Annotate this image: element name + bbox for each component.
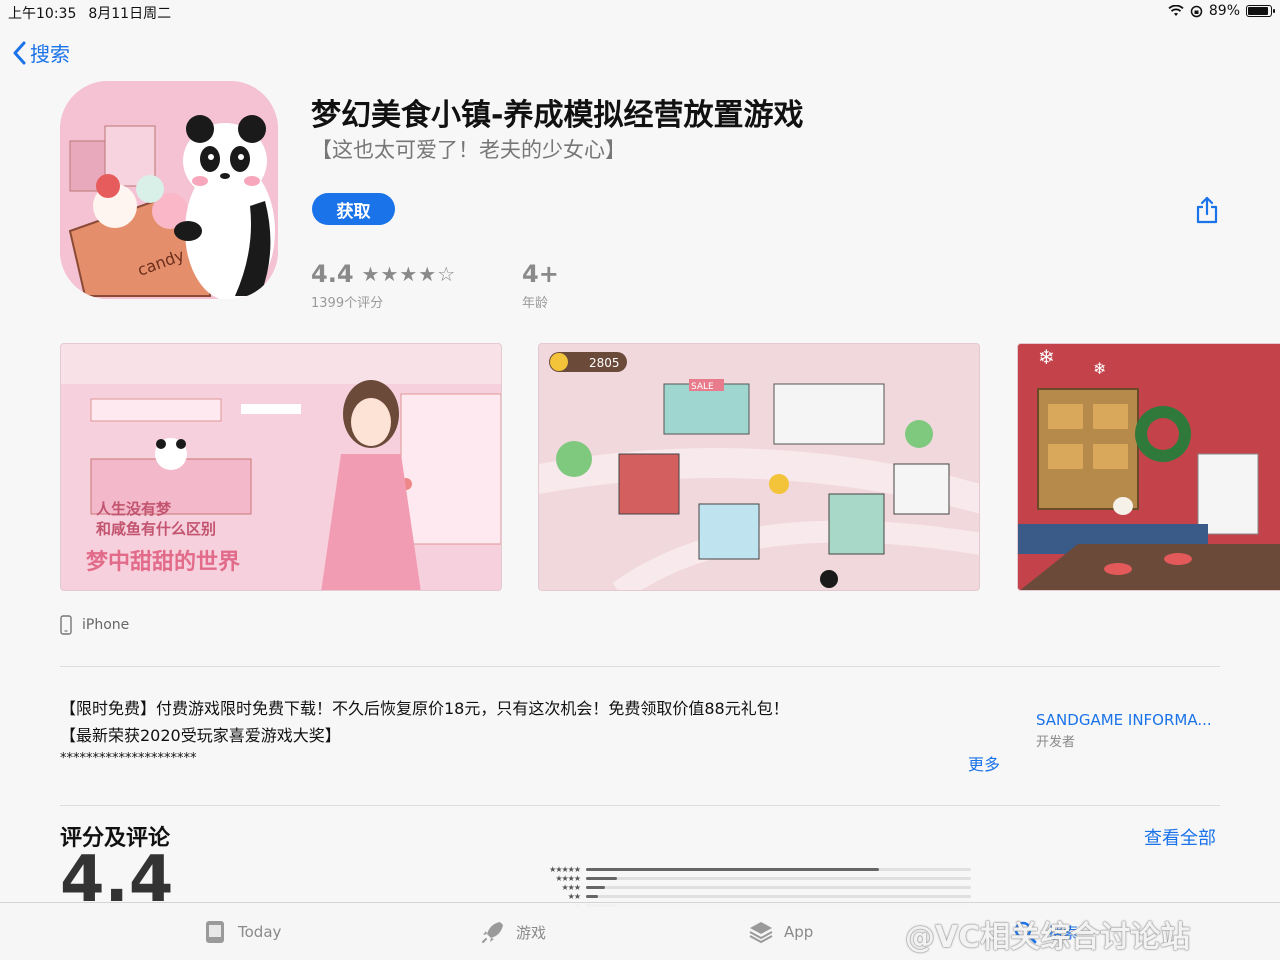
share-icon [1196,196,1218,224]
histogram-fill [586,886,606,889]
screenshot-1-art: 人生没有梦 和咸鱼有什么区别 梦中甜甜的世界 [61,344,501,590]
app-description: 【限时免费】付费游戏限时免费下载！不久后恢复原价18元，只有这次机会！免费领取价… [60,695,960,769]
histogram-stars: ★★★★★ [549,865,581,874]
desc-line-1: 【限时免费】付费游戏限时免费下载！不久后恢复原价18元，只有这次机会！免费领取价… [60,699,789,718]
histogram-row: ★★★★★ [538,865,988,874]
tab-today-label: Today [238,923,282,941]
tab-games[interactable]: 游戏 [480,919,546,945]
rocket-icon [482,922,503,943]
watermark: @VC相关综合讨论站 [905,920,1191,955]
layers-icon [749,922,773,944]
screenshot-1[interactable]: 人生没有梦 和咸鱼有什么区别 梦中甜甜的世界 [60,343,502,591]
histogram-fill [586,877,617,880]
rating-block: 4.4 ★★★★☆ 1399个评分 [311,260,456,311]
sale-sign: SALE [691,382,714,392]
device-compat: iPhone [60,615,129,635]
histogram-row: ★★★★ [538,874,988,883]
app-title: 梦幻美食小镇-养成模拟经营放置游戏 [311,98,804,133]
histogram-track [586,877,971,880]
screenshot-2-art: 2805 SALE [539,344,979,590]
device-label: iPhone [82,617,130,633]
desc-line-3: ********************* [60,751,197,766]
more-link[interactable]: 更多 [968,751,1000,775]
orientation-lock-icon [1190,5,1203,17]
shot1-caption-2: 和咸鱼有什么区别 [96,520,216,538]
app-icon: candy [60,81,278,299]
back-label: 搜索 [30,42,70,66]
divider-bottom [60,805,1220,806]
rating-count: 1399个评分 [311,296,384,311]
histogram-row: ★★ [538,892,988,901]
shot1-caption-1: 人生没有梦 [96,500,172,518]
wifi-icon [1168,5,1184,16]
snowflake-icon: ❄ [1038,345,1055,369]
divider-top [60,666,1220,667]
screenshot-carousel[interactable]: 人生没有梦 和咸鱼有什么区别 梦中甜甜的世界 2805 SALE ❄ ❄ [60,343,1280,591]
histogram-track [586,895,971,898]
age-label: 年龄 [522,296,549,311]
screenshot-2[interactable]: 2805 SALE [538,343,980,591]
histogram-fill [586,895,598,898]
status-date: 8月11日周二 [88,6,172,22]
rating-value: 4.4 [311,260,354,288]
battery-fill [1248,7,1268,15]
screenshot-3[interactable]: ❄ ❄ [1017,343,1280,591]
status-time: 上午10:35 [8,6,77,22]
histogram-track [586,868,971,871]
histogram-stars: ★★★ [561,883,581,892]
share-button[interactable] [1194,195,1220,225]
age-block: 4+ 年龄 [522,260,559,311]
chevron-left-icon [13,41,26,64]
tab-apps[interactable]: App [748,919,813,945]
coin-count: 2805 [589,356,620,370]
desc-line-2: 【最新荣获2020受玩家喜爱游戏大奖】 [60,726,341,745]
histogram-stars: ★★★★ [555,874,581,883]
developer-name[interactable]: SANDGAME INFORMA... [1036,711,1212,729]
see-all-link[interactable]: 查看全部 [1144,824,1216,850]
status-right: 89% [1168,3,1275,19]
get-button[interactable]: 获取 [312,193,395,225]
screenshot-3-art: ❄ ❄ [1018,344,1280,590]
histogram-fill [586,868,879,871]
shot1-caption-3: 梦中甜甜的世界 [86,549,240,575]
status-bar: 上午10:35 8月11日周二 89% [0,0,1280,22]
tab-today[interactable]: Today [202,919,281,945]
back-button[interactable]: 搜索 [12,38,70,67]
battery-icon [1246,5,1275,17]
app-icon-art: candy [60,81,278,299]
snowflake-icon-2: ❄ [1093,359,1106,378]
app-subtitle: 【这也太可爱了！老夫的少女心】 [311,138,626,162]
rating-row: 4.4 ★★★★☆ [311,260,456,288]
histogram-track [586,886,971,889]
histogram-stars: ★★ [567,892,581,901]
age-rating: 4+ [522,260,559,288]
tab-apps-label: App [784,923,814,941]
histogram-row: ★★★ [538,883,988,892]
iphone-icon [60,615,72,635]
battery-percent: 89% [1208,3,1240,19]
today-icon [206,921,224,943]
developer-label: 开发者 [1036,735,1076,750]
status-left: 上午10:35 8月11日周二 [8,3,171,23]
tab-games-label: 游戏 [516,923,547,942]
rating-stars-icon: ★★★★☆ [361,262,457,286]
